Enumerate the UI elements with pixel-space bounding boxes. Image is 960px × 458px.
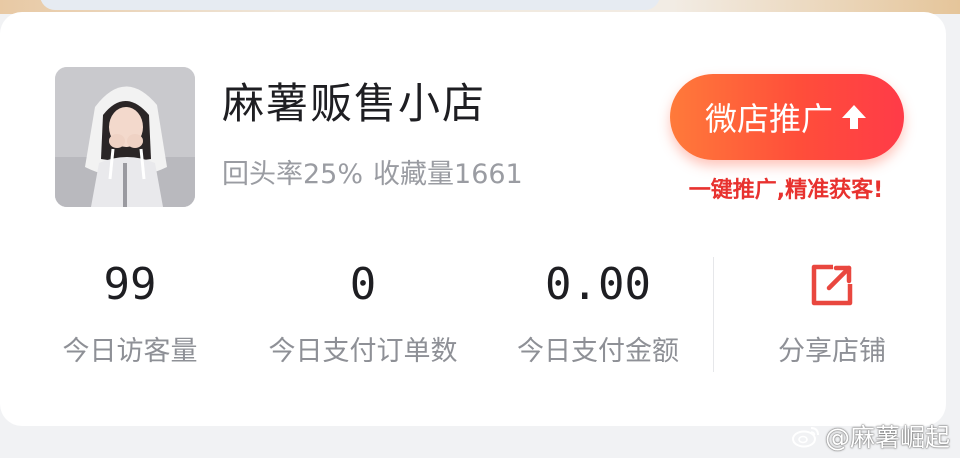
- arrow-up-icon: [842, 105, 866, 129]
- promote-subtitle: 一键推广,精准获客!: [688, 178, 884, 203]
- watermark: @麻薯崛起: [791, 418, 950, 454]
- stat-visitors-value: 99: [103, 259, 157, 310]
- shop-avatar[interactable]: [55, 67, 195, 207]
- promote-button-label: 微店推广: [704, 100, 833, 138]
- stat-revenue-label: 今日支付金额: [517, 336, 679, 367]
- avatar-photo-icon: [55, 67, 195, 207]
- favorites-count: 收藏量1661: [373, 159, 523, 190]
- share-shop-button[interactable]: 分享店铺: [770, 257, 894, 368]
- stats-divider: [713, 257, 714, 372]
- watermark-text: @麻薯崛起: [824, 423, 950, 452]
- weibo-icon: [791, 427, 819, 448]
- stat-orders-label: 今日支付订单数: [268, 336, 458, 367]
- stat-orders[interactable]: 0 今日支付订单数: [258, 257, 468, 368]
- promote-shop-button[interactable]: 微店推广: [670, 74, 904, 160]
- stat-revenue-value: 0.00: [545, 259, 651, 310]
- stat-orders-value: 0: [349, 259, 377, 310]
- stat-visitors[interactable]: 99 今日访客量: [55, 257, 205, 368]
- share-arrow-icon: [811, 264, 853, 306]
- shop-summary-card: 麻薯贩售小店 回头率25% 收藏量1661 微店推广 一键推广,精准获客! 99 …: [0, 12, 946, 426]
- shop-metrics: 回头率25% 收藏量1661: [222, 152, 533, 191]
- stat-visitors-label: 今日访客量: [62, 336, 198, 367]
- top-search-pill: [40, 0, 660, 10]
- return-rate: 回头率25%: [222, 159, 364, 190]
- share-shop-label: 分享店铺: [778, 336, 886, 367]
- stat-revenue[interactable]: 0.00 今日支付金额: [503, 257, 693, 368]
- shop-name: 麻薯贩售小店: [222, 79, 487, 128]
